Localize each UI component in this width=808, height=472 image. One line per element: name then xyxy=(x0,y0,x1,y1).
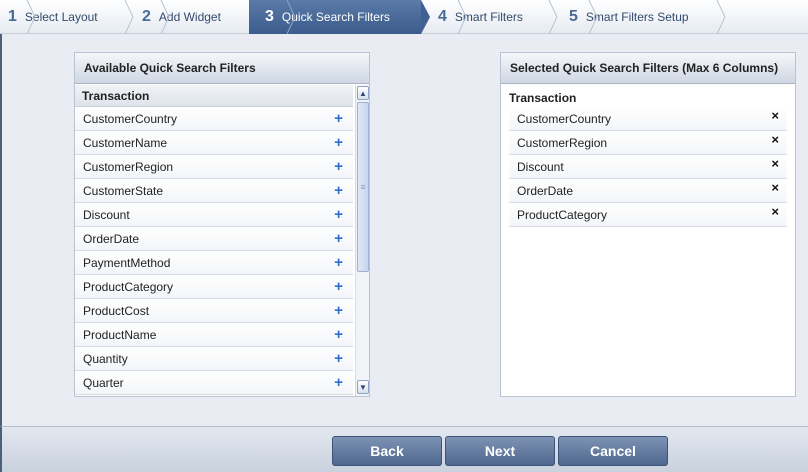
selected-filters-panel: Selected Quick Search Filters (Max 6 Col… xyxy=(500,52,796,397)
add-filter-icon[interactable]: + xyxy=(334,254,343,271)
available-filter-row[interactable]: ProductCost + xyxy=(75,299,353,323)
step-separator-icon xyxy=(588,0,598,34)
add-filter-icon[interactable]: + xyxy=(334,182,343,199)
available-list-scrollbar[interactable]: ▲ ≡ ▼ xyxy=(355,85,369,396)
add-filter-icon[interactable]: + xyxy=(334,302,343,319)
step-separator-icon xyxy=(160,0,170,34)
step-separator-icon xyxy=(26,0,36,34)
filter-label: ProductCost xyxy=(83,303,150,318)
filter-label: CustomerName xyxy=(83,135,168,150)
step-label: Smart Filters Setup xyxy=(585,10,689,24)
filter-label: ProductCategory xyxy=(83,279,174,294)
next-button[interactable]: Next xyxy=(445,436,555,466)
filter-label: CustomerRegion xyxy=(517,135,608,150)
wizard-steps-bar: 1 Select Layout 2 Add Widget 3 Quick Sea… xyxy=(0,0,808,34)
filter-label: Discount xyxy=(517,159,564,174)
filter-label: CustomerCountry xyxy=(517,111,612,126)
available-filter-row[interactable]: CustomerRegion + xyxy=(75,155,353,179)
selected-filter-row: OrderDate × xyxy=(509,179,787,203)
available-filter-row[interactable]: Discount + xyxy=(75,203,353,227)
filter-label: Quantity xyxy=(83,351,128,366)
available-filter-row[interactable]: OrderDate + xyxy=(75,227,353,251)
remove-filter-icon[interactable]: × xyxy=(771,156,779,171)
selected-filter-row: ProductCategory × xyxy=(509,203,787,227)
step-separator-icon xyxy=(124,0,134,34)
step-separator-icon xyxy=(286,0,296,34)
cancel-button[interactable]: Cancel xyxy=(558,436,668,466)
selected-filter-row: Discount × xyxy=(509,155,787,179)
step-label: Quick Search Filters xyxy=(281,10,390,24)
available-filter-row[interactable]: Quarter + xyxy=(75,371,353,395)
remove-filter-icon[interactable]: × xyxy=(771,132,779,147)
step-number: 4 xyxy=(438,8,447,25)
available-filters-panel: Available Quick Search Filters Transacti… xyxy=(74,52,370,397)
available-filters-list[interactable]: Transaction CustomerCountry + CustomerName… xyxy=(75,85,353,396)
filter-label: Quarter xyxy=(83,375,124,390)
step-number: 3 xyxy=(265,8,274,25)
selected-filters-title: Selected Quick Search Filters (Max 6 Col… xyxy=(501,53,795,84)
step-separator-icon xyxy=(548,0,558,34)
add-filter-icon[interactable]: + xyxy=(334,350,343,367)
add-filter-icon[interactable]: + xyxy=(334,110,343,127)
wizard-step-4[interactable]: 4 Smart Filters xyxy=(438,0,550,34)
available-filter-row[interactable]: CustomerName + xyxy=(75,131,353,155)
filter-label: PaymentMethod xyxy=(83,255,171,270)
add-filter-icon[interactable]: + xyxy=(334,230,343,247)
step-separator-icon xyxy=(716,0,726,34)
available-filter-row[interactable]: PaymentMethod + xyxy=(75,251,353,275)
add-filter-icon[interactable]: + xyxy=(334,206,343,223)
filter-label: OrderDate xyxy=(83,231,140,246)
filter-label: ProductName xyxy=(83,327,157,342)
remove-filter-icon[interactable]: × xyxy=(771,108,779,123)
filter-label: CustomerRegion xyxy=(83,159,174,174)
scroll-up-icon[interactable]: ▲ xyxy=(357,86,369,100)
step-separator-icon xyxy=(421,0,431,34)
step-separator-icon xyxy=(457,0,467,34)
back-button[interactable]: Back xyxy=(332,436,442,466)
filter-label: ProductCategory xyxy=(517,207,608,222)
selected-group-header: Transaction xyxy=(509,91,577,105)
button-bar: Back Next Cancel xyxy=(0,426,808,472)
filter-label: Discount xyxy=(83,207,130,222)
main-content: Available Quick Search Filters Transacti… xyxy=(0,34,808,426)
selected-filter-row: CustomerRegion × xyxy=(509,131,787,155)
available-filter-row[interactable]: ProductCategory + xyxy=(75,275,353,299)
step-number: 2 xyxy=(142,8,151,25)
add-filter-icon[interactable]: + xyxy=(334,326,343,343)
remove-filter-icon[interactable]: × xyxy=(771,204,779,219)
available-filters-title: Available Quick Search Filters xyxy=(75,53,369,84)
filter-label: CustomerState xyxy=(83,183,164,198)
wizard-step-2[interactable]: 2 Add Widget xyxy=(142,0,248,34)
add-filter-icon[interactable]: + xyxy=(334,278,343,295)
step-number: 1 xyxy=(8,8,17,25)
available-group-header: Transaction xyxy=(75,85,353,107)
available-filter-row[interactable]: CustomerCountry + xyxy=(75,107,353,131)
selected-filter-row: CustomerCountry × xyxy=(509,107,787,131)
filter-label: CustomerCountry xyxy=(83,111,178,126)
scroll-down-icon[interactable]: ▼ xyxy=(357,380,369,394)
step-number: 5 xyxy=(569,8,578,25)
selected-filters-list: Transaction CustomerCountry × CustomerRegi… xyxy=(509,89,787,227)
scroll-thumb[interactable]: ≡ xyxy=(357,102,369,272)
available-filter-row[interactable]: CustomerState + xyxy=(75,179,353,203)
filter-label: OrderDate xyxy=(517,183,574,198)
available-filter-row[interactable]: Quantity + xyxy=(75,347,353,371)
add-filter-icon[interactable]: + xyxy=(334,134,343,151)
add-filter-icon[interactable]: + xyxy=(334,374,343,391)
add-filter-icon[interactable]: + xyxy=(334,158,343,175)
wizard-step-3[interactable]: 3 Quick Search Filters xyxy=(249,0,421,34)
available-filter-row[interactable]: ProductName + xyxy=(75,323,353,347)
remove-filter-icon[interactable]: × xyxy=(771,180,779,195)
